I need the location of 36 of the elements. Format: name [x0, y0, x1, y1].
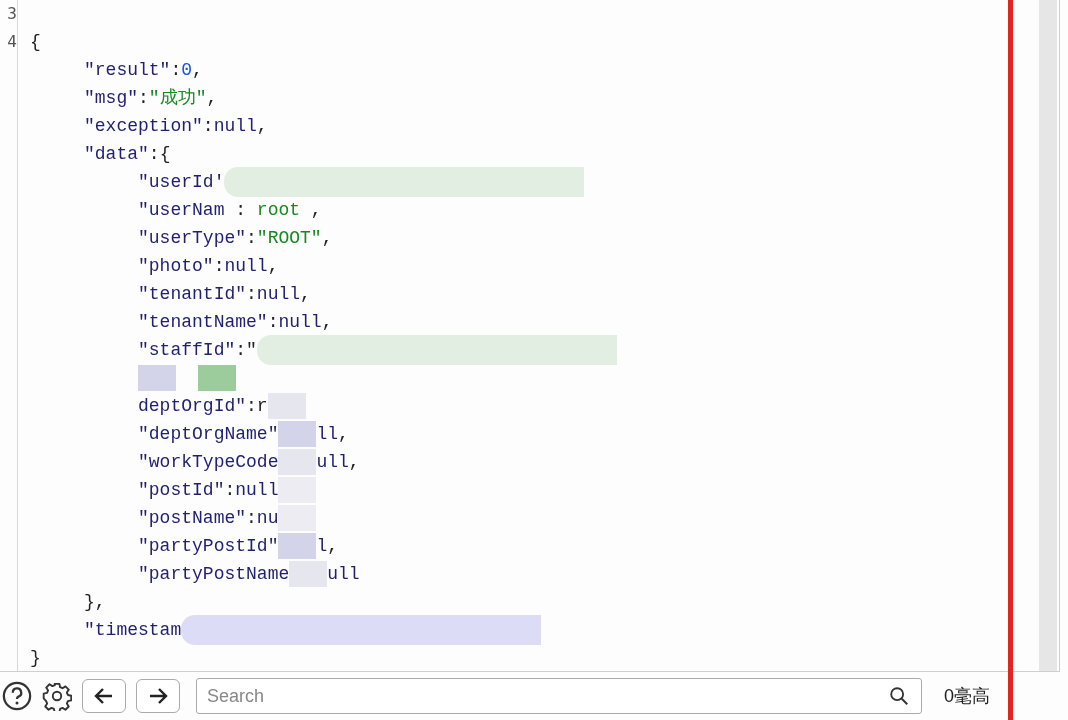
code-text: ull — [327, 563, 360, 586]
code-text: "postName":nu — [137, 507, 279, 530]
code-text: ull, — [316, 451, 360, 474]
scrollbar[interactable] — [1039, 0, 1057, 671]
code-text: }, — [83, 591, 106, 614]
line-number: 4 — [7, 31, 17, 53]
line-number: 3 — [7, 3, 17, 25]
forward-button[interactable] — [136, 679, 180, 713]
code-text: "photo":null, — [137, 255, 279, 278]
code-text: "workTypeCode — [137, 451, 279, 474]
code-text: } — [30, 647, 41, 670]
code-text: { — [30, 31, 41, 54]
code-text: l, — [316, 535, 339, 558]
code-text: "deptOrgName" — [137, 423, 279, 446]
code-text: "exception":null, — [83, 115, 268, 138]
search-icon — [888, 685, 910, 707]
code-text: "data":{ — [83, 143, 171, 166]
settings-icon[interactable] — [42, 681, 72, 711]
code-text: "tenantId":null, — [137, 283, 311, 306]
code-text: "timestam — [83, 619, 182, 642]
code-text: "partyPostName — [137, 563, 290, 586]
response-time: 0毫高 — [944, 685, 990, 708]
code-text: "userId' — [137, 171, 225, 194]
code-text: "partyPostId" — [137, 535, 279, 558]
code-text: "postId":null — [137, 479, 279, 502]
code-text: "userType":"ROOT", — [137, 227, 333, 250]
code-text: "msg":"成功", — [83, 87, 218, 110]
search-field[interactable]: Search — [196, 678, 922, 714]
code-text: "result":0, — [83, 59, 203, 82]
code-text: deptOrgId":r — [137, 395, 268, 418]
code-text: "staffId":" — [137, 339, 257, 362]
back-button[interactable] — [82, 679, 126, 713]
code-text: "tenantName":null, — [137, 311, 333, 334]
code-text: ll, — [316, 423, 349, 446]
help-icon[interactable] — [2, 681, 32, 711]
code-text: "userNam : root , — [137, 199, 322, 222]
